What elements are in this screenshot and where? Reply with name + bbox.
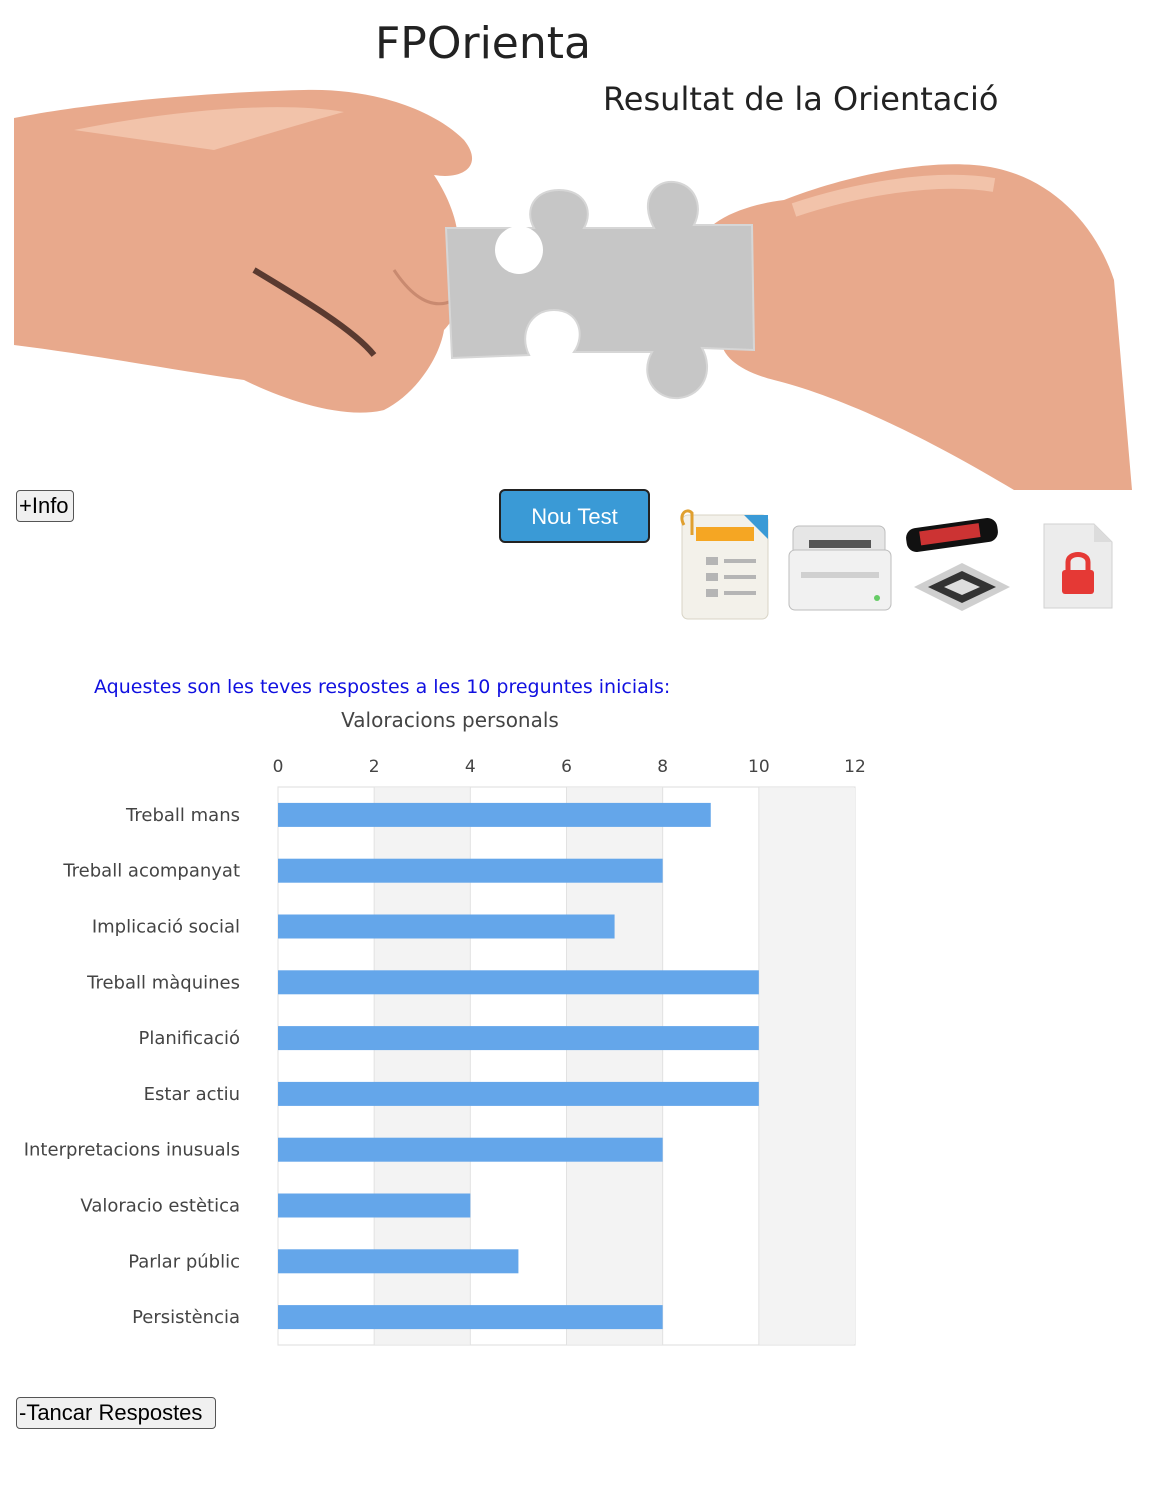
answers-intro-text: Aquestes son les teves respostes a les 1… bbox=[94, 676, 671, 698]
x-tick-label: 12 bbox=[844, 757, 866, 777]
bar bbox=[278, 802, 711, 827]
chart-category-axis: Treball mans Treball acompanyat Implicació… bbox=[24, 805, 240, 1328]
category-label: Estar actiu bbox=[144, 1084, 240, 1105]
x-tick-label: 8 bbox=[657, 757, 668, 777]
hands-puzzle-illustration bbox=[14, 89, 1132, 490]
x-tick-label: 6 bbox=[561, 757, 572, 777]
category-label: Treball mans bbox=[125, 805, 240, 826]
x-tick-label: 0 bbox=[273, 757, 284, 777]
x-tick-label: 4 bbox=[465, 757, 476, 777]
chart-title: Valoracions personals bbox=[341, 708, 559, 732]
category-label: Valoracio estètica bbox=[80, 1196, 240, 1217]
category-label: Parlar públic bbox=[128, 1251, 240, 1272]
bar bbox=[278, 1305, 663, 1330]
category-label: Treball acompanyat bbox=[62, 861, 240, 882]
x-tick-label: 10 bbox=[748, 757, 770, 777]
qr-code-icon[interactable] bbox=[904, 515, 1012, 621]
app-title: FPOrienta bbox=[375, 18, 591, 69]
bar bbox=[278, 858, 663, 883]
x-tick-label: 2 bbox=[369, 757, 380, 777]
bar bbox=[278, 1137, 663, 1162]
info-button[interactable]: +Info bbox=[16, 490, 74, 522]
grid-band bbox=[758, 788, 855, 1344]
category-label: Persistència bbox=[132, 1307, 240, 1328]
locked-pdf-icon[interactable] bbox=[1040, 520, 1116, 616]
hero-image bbox=[14, 0, 1132, 490]
category-label: Planificació bbox=[139, 1028, 240, 1049]
bar bbox=[278, 1081, 759, 1106]
document-icon[interactable] bbox=[676, 505, 772, 627]
category-label: Treball màquines bbox=[86, 972, 240, 993]
right-border bbox=[1133, 26, 1147, 1482]
bar bbox=[278, 1249, 519, 1274]
bar bbox=[278, 914, 615, 939]
printer-icon[interactable] bbox=[785, 520, 895, 619]
category-label: Interpretacions inusuals bbox=[24, 1140, 240, 1161]
bar bbox=[278, 1026, 759, 1051]
close-answers-button[interactable]: -Tancar Respostes bbox=[16, 1397, 216, 1429]
new-test-button[interactable]: Nou Test bbox=[499, 489, 650, 543]
bar bbox=[278, 970, 759, 995]
bar bbox=[278, 1193, 471, 1218]
chart-x-axis: 0 2 4 6 8 10 12 bbox=[273, 757, 866, 777]
answers-bar-chart: Valoracions personals 0 2 4 6 8 10 12 Treball … bbox=[24, 708, 866, 1346]
category-label: Implicació social bbox=[92, 917, 240, 938]
page-subtitle: Resultat de la Orientació bbox=[603, 80, 999, 118]
